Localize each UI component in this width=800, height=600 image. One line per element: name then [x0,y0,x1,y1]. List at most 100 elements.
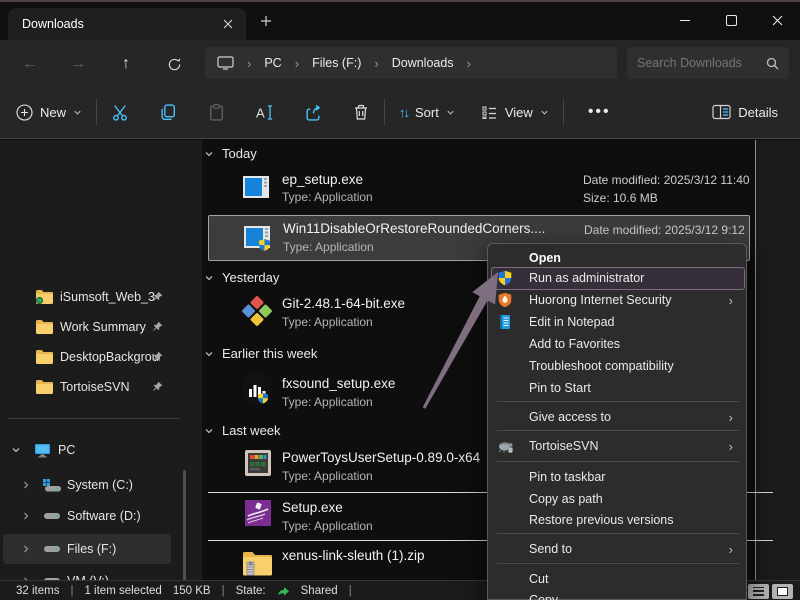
chevron-down-icon[interactable] [11,445,21,455]
sort-label: Sort [415,105,439,120]
folder-icon [36,350,53,364]
minimize-button[interactable] [662,2,708,38]
details-view-icon [753,587,764,596]
group-header-last-week[interactable]: Last week [204,423,281,438]
toolbar-divider [384,99,385,125]
details-view-toggle[interactable] [748,584,769,599]
command-bar: New A ↑↓ Sort View ••• Details [0,86,800,139]
refresh-icon [167,57,182,72]
paste-icon[interactable] [207,103,226,122]
menu-item-label: Troubleshoot compatibility [529,359,674,373]
delete-icon[interactable] [352,103,370,122]
file-row-ep-setup[interactable]: ep_setup.exe Type: Application Date modi… [208,168,753,212]
close-button[interactable] [754,2,800,38]
refresh-button[interactable] [154,52,194,76]
back-button[interactable]: ← [10,52,50,76]
submenu-chevron-icon: › [729,439,733,454]
group-header-earlier-this-week[interactable]: Earlier this week [204,346,317,361]
list-scrollbar-track[interactable] [755,140,800,580]
more-options-icon[interactable]: ••• [588,103,611,121]
menu-item-add-to-favorites[interactable]: Add to Favorites [488,333,746,355]
sidebar-item-system-c[interactable]: System (C:) [3,470,171,500]
submenu-chevron-icon: › [729,410,733,425]
sidebar-item-work-summary[interactable]: Work Summary [3,312,171,342]
menu-item-give-access-to[interactable]: Give access to › [488,406,746,428]
menu-item-label: Give access to [529,410,611,424]
menu-item-copy-as-path[interactable]: Copy as path [488,488,746,510]
navigation-bar: ← → ↑ › PC › Files (F:) › Downloads › [0,40,800,86]
menu-item-huorong-internet-security[interactable]: Huorong Internet Security › [488,289,746,311]
group-header-yesterday[interactable]: Yesterday [204,270,279,285]
group-header-label: Yesterday [222,270,279,285]
chevron-down-icon [446,108,455,117]
fxsound-installer-icon [241,373,273,405]
pin-icon [152,381,163,392]
chevron-right-icon[interactable] [21,544,31,554]
selection-count: 1 item selected [84,585,161,597]
breadcrumb-chevron-icon[interactable]: › [467,56,471,71]
sidebar-item-label: Files (F:) [67,542,116,556]
sidebar-item-software-d[interactable]: Software (D:) [3,501,171,531]
menu-item-pin-to-start[interactable]: Pin to Start [488,377,746,399]
sidebar-item-files-f[interactable]: Files (F:) [3,534,171,564]
toolbar-divider [96,99,97,125]
sidebar-item-tortoisesvn[interactable]: TortoiseSVN [3,372,171,402]
up-button[interactable]: ↑ [106,52,146,76]
breadcrumb-chevron-icon[interactable]: › [374,56,378,71]
menu-item-copy[interactable]: Copy [488,589,746,600]
minimize-icon [680,20,690,21]
sidebar-item-label: Work Summary [60,320,146,334]
menu-item-label: Open [529,251,561,265]
chevron-right-icon[interactable] [21,511,31,521]
menu-item-troubleshoot-compatibility[interactable]: Troubleshoot compatibility [488,355,746,377]
share-icon[interactable] [304,103,323,122]
address-bar[interactable]: › PC › Files (F:) › Downloads › [205,47,617,79]
large-icons-view-toggle[interactable] [772,584,793,599]
file-name: ep_setup.exe [282,172,363,187]
sidebar-item-label: iSumsoft_Web_3 [60,290,155,304]
folder-sync-icon [36,290,53,304]
cut-icon[interactable] [111,103,130,122]
breadcrumb-downloads[interactable]: Downloads [392,56,454,70]
pin-icon [152,351,163,362]
search-box[interactable] [627,47,789,79]
details-button[interactable]: Details [712,104,778,120]
state-label: State: [236,585,266,597]
menu-item-tortoisesvn[interactable]: TortoiseSVN › [488,435,746,457]
maximize-button[interactable] [708,2,754,38]
sidebar-item-isumsoft-web-3[interactable]: iSumsoft_Web_3 [3,282,171,312]
group-header-today[interactable]: Today [204,146,257,161]
menu-item-cut[interactable]: Cut [488,568,746,590]
breadcrumb-chevron-icon[interactable]: › [295,56,299,71]
file-date: Date modified: 2025/3/12 11:40 [583,173,750,187]
menu-item-pin-to-taskbar[interactable]: Pin to taskbar [488,466,746,488]
menu-item-label: Copy as path [529,492,603,506]
chevron-down-icon [204,149,214,159]
sidebar-item-desktopbackgrour[interactable]: DesktopBackgrour [3,342,171,372]
breadcrumb-pc[interactable]: PC [264,56,281,70]
explorer-tab-downloads[interactable]: Downloads [8,8,246,40]
search-input[interactable] [637,56,766,70]
menu-item-restore-previous-versions[interactable]: Restore previous versions [488,509,746,531]
details-pane-icon [712,104,731,120]
items-count: 32 items [16,585,59,597]
new-tab-icon[interactable] [260,15,272,27]
chevron-right-icon[interactable] [21,480,31,490]
maximize-icon [726,15,737,26]
sidebar-item-pc[interactable]: PC [3,435,171,465]
breadcrumb-files-f[interactable]: Files (F:) [312,56,361,70]
sidebar-item-label: PC [58,443,75,457]
new-button[interactable]: New [16,104,82,121]
copy-icon[interactable] [159,103,178,122]
menu-item-send-to[interactable]: Send to › [488,538,746,560]
menu-item-run-as-administrator[interactable]: Run as administrator [488,267,746,289]
forward-button[interactable]: → [58,52,98,76]
view-button[interactable]: View [481,104,549,121]
menu-item-open[interactable]: Open [488,247,746,269]
menu-item-edit-in-notepad[interactable]: Edit in Notepad [488,311,746,333]
tab-close-icon[interactable] [220,16,236,32]
sort-button[interactable]: ↑↓ Sort [399,105,455,120]
rename-icon[interactable]: A [255,103,275,122]
drive-icon [43,544,61,554]
up-icon: ↑ [122,55,130,73]
